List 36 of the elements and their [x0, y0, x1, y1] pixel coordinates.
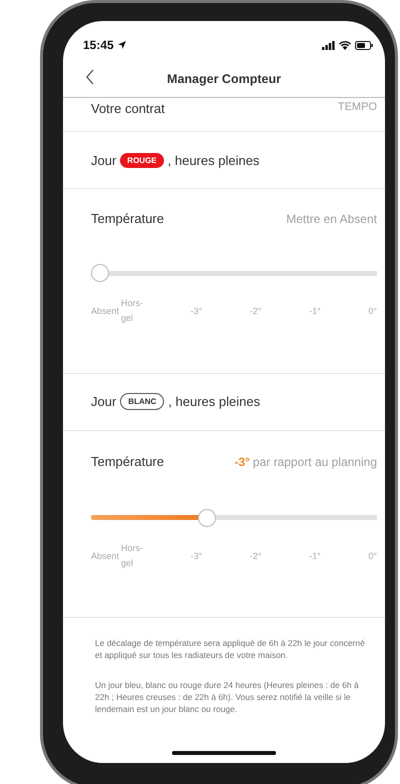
signal-icon: [322, 40, 335, 50]
battery-icon: [355, 40, 373, 50]
tick-label: -2°: [250, 306, 262, 316]
tick-label: -3°: [190, 550, 202, 561]
tick-label: Absent: [91, 306, 120, 316]
tick-label: Hors-gel: [121, 297, 144, 326]
contract-label: Votre contrat: [91, 101, 165, 116]
day-hours-label: , heures pleines: [168, 152, 260, 168]
offset-value: -3°: [234, 454, 250, 469]
offset-description: par rapport au planning: [252, 454, 377, 469]
tick-label: 0°: [368, 306, 377, 316]
info-paragraph: Un jour bleu, blanc ou rouge dure 24 heures (Heures pleines : de 6h à 22h ; Heures creuses : de 22h à 6h). Vous serez notifié la veille si le lendemain est un jour blanc ou rouge.: [95, 680, 360, 716]
tick-label: -3°: [190, 306, 202, 316]
day-hours-label: , heures pleines: [168, 394, 260, 410]
day-color-badge: ROUGE: [120, 152, 164, 168]
temperature-label: Température: [91, 211, 164, 226]
location-arrow-icon: [118, 41, 126, 49]
back-chevron-icon[interactable]: [85, 69, 95, 85]
set-absent-link[interactable]: Mettre en Absent: [286, 212, 377, 226]
tick-label: -1°: [309, 550, 321, 561]
status-time: 15:45: [83, 38, 114, 52]
day-label: Jour: [91, 394, 116, 410]
slider-thumb[interactable]: [91, 264, 109, 282]
day-color-badge: BLANC: [120, 393, 164, 410]
tick-label: Hors-gel: [121, 542, 144, 570]
temperature-label: Température: [91, 454, 164, 469]
tick-label: -2°: [250, 550, 262, 561]
wifi-icon: [339, 40, 351, 50]
tick-label: Absent: [91, 550, 120, 561]
info-paragraph: Le décalage de température sera appliqué de 6h à 22h le jour concerné et appliqué sur tous les radiateurs de votre maison.: [95, 638, 366, 662]
screen-title: Manager Compteur: [167, 72, 281, 86]
slider-thumb[interactable]: [198, 508, 216, 527]
contract-value: TEMPO: [338, 101, 377, 113]
day-label: Jour: [91, 152, 116, 168]
tick-label: 0°: [368, 550, 377, 561]
tick-label: -1°: [309, 306, 321, 316]
